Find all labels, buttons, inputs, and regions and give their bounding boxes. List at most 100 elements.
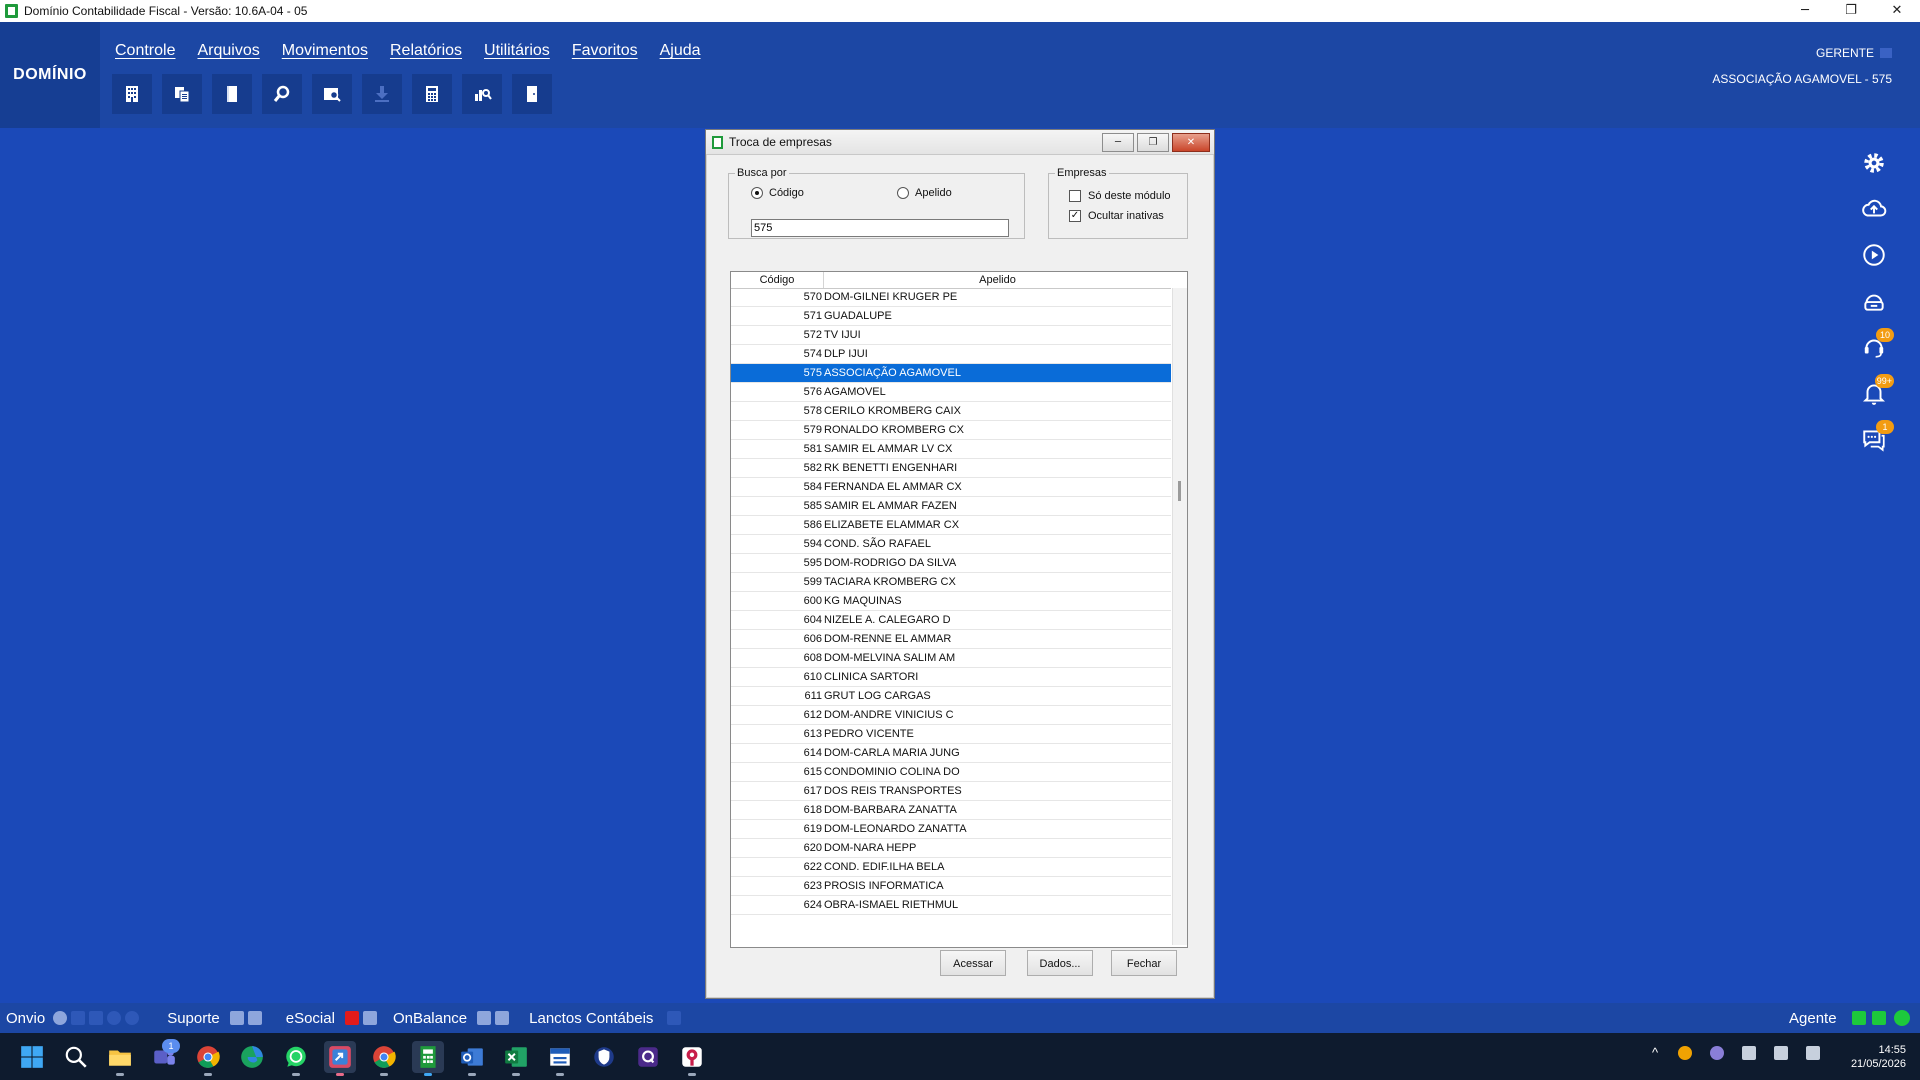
tray-caret-icon[interactable]: ^ bbox=[1652, 1045, 1658, 1060]
chat-icon[interactable]: 1 bbox=[1858, 420, 1894, 452]
table-row[interactable]: 612 DOM-ANDRE VINICIUS C bbox=[731, 706, 1171, 725]
table-row[interactable]: 617 DOS REIS TRANSPORTES bbox=[731, 782, 1171, 801]
table-row[interactable]: 584 FERNANDA EL AMMAR CX bbox=[731, 478, 1171, 497]
table-row[interactable]: 579 RONALDO KROMBERG CX bbox=[731, 421, 1171, 440]
table-row[interactable]: 586 ELIZABETE ELAMMAR CX bbox=[731, 516, 1171, 535]
fechar-button[interactable]: Fechar bbox=[1111, 950, 1177, 976]
onvio-icon-3[interactable] bbox=[89, 1011, 104, 1025]
inspect-icon[interactable] bbox=[312, 74, 352, 114]
onbalance-label[interactable]: OnBalance bbox=[393, 1010, 467, 1027]
windows-start-icon[interactable] bbox=[16, 1041, 48, 1073]
table-row[interactable]: 600 KG MAQUINAS bbox=[731, 592, 1171, 611]
table-row[interactable]: 578 CERILO KROMBERG CAIX bbox=[731, 402, 1171, 421]
table-row[interactable]: 608 DOM-MELVINA SALIM AM bbox=[731, 649, 1171, 668]
check-so-deste-modulo[interactable]: Só deste módulo bbox=[1069, 190, 1171, 202]
dominio-taskbar-icon[interactable] bbox=[412, 1041, 444, 1076]
tray-color-icon[interactable] bbox=[1678, 1045, 1693, 1060]
lanctos-label[interactable]: Lanctos Contábeis bbox=[529, 1010, 653, 1027]
onvio-icon-5[interactable] bbox=[125, 1011, 140, 1025]
agente-link-icon[interactable] bbox=[1852, 1011, 1866, 1025]
excel-icon[interactable] bbox=[500, 1041, 532, 1076]
app-shield-icon[interactable] bbox=[588, 1041, 620, 1073]
table-row[interactable]: 599 TACIARA KROMBERG CX bbox=[731, 573, 1171, 592]
search-taskbar-icon[interactable] bbox=[60, 1041, 92, 1073]
check-ocultar-inativas[interactable]: ✓ Ocultar inativas bbox=[1069, 210, 1164, 222]
table-row[interactable]: 613 PEDRO VICENTE bbox=[731, 725, 1171, 744]
building-icon[interactable] bbox=[112, 74, 152, 114]
receita-icon[interactable] bbox=[544, 1041, 576, 1076]
suporte-plus-icon[interactable] bbox=[229, 1011, 244, 1025]
minimize-button[interactable]: ─ bbox=[1782, 0, 1828, 22]
table-row[interactable]: 582 RK BENETTI ENGENHARI bbox=[731, 459, 1171, 478]
check-ocultar-inativas-box[interactable]: ✓ bbox=[1069, 210, 1081, 222]
cloud-upload-icon[interactable] bbox=[1858, 196, 1890, 222]
table-row[interactable]: 611 GRUT LOG CARGAS bbox=[731, 687, 1171, 706]
dialog-minimize-button[interactable]: ─ bbox=[1102, 133, 1134, 152]
app-q-icon[interactable] bbox=[632, 1041, 664, 1073]
table-row[interactable]: 619 DOM-LEONARDO ZANATTA bbox=[731, 820, 1171, 839]
dados-button[interactable]: Dados... bbox=[1027, 950, 1093, 976]
agente-network-icon[interactable] bbox=[1872, 1011, 1886, 1025]
bell-icon[interactable]: 99+ bbox=[1858, 374, 1894, 406]
headset-box-icon[interactable] bbox=[1858, 288, 1890, 314]
onvio-icon-2[interactable] bbox=[71, 1011, 86, 1025]
table-row[interactable]: 606 DOM-RENNE EL AMMAR bbox=[731, 630, 1171, 649]
file-explorer-icon[interactable] bbox=[104, 1041, 136, 1076]
radio-apelido[interactable]: Apelido bbox=[897, 187, 952, 199]
menu-utilitarios[interactable]: Utilitários bbox=[484, 42, 550, 60]
teams-icon[interactable]: 1 bbox=[148, 1039, 180, 1073]
support-icon[interactable]: 10 bbox=[1858, 328, 1894, 360]
table-row[interactable]: 614 DOM-CARLA MARIA JUNG bbox=[731, 744, 1171, 763]
esocial-label[interactable]: eSocial bbox=[286, 1010, 335, 1027]
dialog-close-button[interactable]: ✕ bbox=[1172, 133, 1210, 152]
radio-codigo[interactable]: Código bbox=[751, 187, 804, 199]
close-button[interactable]: ✕ bbox=[1874, 0, 1920, 22]
table-row[interactable]: 595 DOM-RODRIGO DA SILVA bbox=[731, 554, 1171, 573]
door-icon[interactable] bbox=[512, 74, 552, 114]
menu-controle[interactable]: Controle bbox=[115, 42, 175, 60]
chrome-profile-icon[interactable] bbox=[368, 1041, 400, 1076]
download-icon[interactable] bbox=[362, 74, 402, 114]
table-row[interactable]: 622 COND. EDIF.ILHA BELA bbox=[731, 858, 1171, 877]
search-input[interactable]: 575 bbox=[751, 219, 1009, 237]
tray-feather-icon[interactable] bbox=[1710, 1045, 1725, 1060]
table-row[interactable]: 574 DLP IJUI bbox=[731, 345, 1171, 364]
acessar-button[interactable]: Acessar bbox=[940, 950, 1006, 976]
chart-search-icon[interactable] bbox=[462, 74, 502, 114]
remote-desktop-icon[interactable] bbox=[324, 1041, 356, 1076]
chrome-icon[interactable] bbox=[192, 1041, 224, 1076]
table-row[interactable]: 572 TV IJUI bbox=[731, 326, 1171, 345]
agente-label[interactable]: Agente bbox=[1789, 1010, 1837, 1027]
table-row[interactable]: 585 SAMIR EL AMMAR FAZEN bbox=[731, 497, 1171, 516]
dialog-maximize-button[interactable]: ❐ bbox=[1137, 133, 1169, 152]
table-row[interactable]: 618 DOM-BARBARA ZANATTA bbox=[731, 801, 1171, 820]
menu-arquivos[interactable]: Arquivos bbox=[197, 42, 259, 60]
lanctos-icon[interactable] bbox=[667, 1011, 682, 1025]
tray-network-icon[interactable] bbox=[1742, 1045, 1757, 1060]
table-row[interactable]: 575 ASSOCIAÇÃO AGAMOVEL bbox=[731, 364, 1171, 383]
menu-favoritos[interactable]: Favoritos bbox=[572, 42, 638, 60]
tray-volume-icon[interactable] bbox=[1806, 1045, 1821, 1060]
gear-icon[interactable] bbox=[1858, 150, 1890, 176]
play-icon[interactable] bbox=[1858, 242, 1890, 268]
table-row[interactable]: 594 COND. SÃO RAFAEL bbox=[731, 535, 1171, 554]
column-header-codigo[interactable]: Código bbox=[731, 272, 824, 288]
onbalance-mail-icon[interactable] bbox=[477, 1011, 492, 1025]
esocial-list-icon[interactable] bbox=[362, 1011, 377, 1025]
grid-scrollbar[interactable] bbox=[1172, 288, 1187, 945]
table-row[interactable]: 581 SAMIR EL AMMAR LV CX bbox=[731, 440, 1171, 459]
user-menu-toggle[interactable] bbox=[1880, 48, 1892, 58]
menu-movimentos[interactable]: Movimentos bbox=[282, 42, 368, 60]
suporte-label[interactable]: Suporte bbox=[167, 1010, 220, 1027]
tray-monitor-icon[interactable] bbox=[1774, 1045, 1789, 1060]
scrollbar-thumb[interactable] bbox=[1178, 481, 1181, 501]
suporte-list-icon[interactable] bbox=[247, 1011, 262, 1025]
table-row[interactable]: 620 DOM-NARA HEPP bbox=[731, 839, 1171, 858]
search-icon[interactable] bbox=[262, 74, 302, 114]
book-icon[interactable] bbox=[212, 74, 252, 114]
clock[interactable]: 14:55 21/05/2026 bbox=[1851, 1043, 1906, 1071]
edge-icon[interactable] bbox=[236, 1041, 268, 1073]
radio-codigo-dot[interactable] bbox=[751, 187, 763, 199]
table-row[interactable]: 624 OBRA-ISMAEL RIETHMUL bbox=[731, 896, 1171, 915]
check-so-deste-modulo-box[interactable] bbox=[1069, 190, 1081, 202]
